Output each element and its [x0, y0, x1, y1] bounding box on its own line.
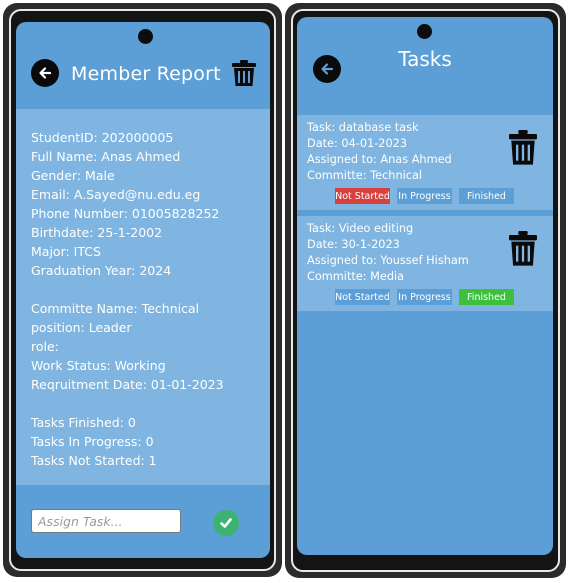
check-icon [220, 518, 232, 528]
page-title: Member Report [71, 63, 221, 85]
gender-text: Gender: Male [31, 168, 115, 183]
camera-notch [138, 29, 153, 44]
tasks-phone: Tasks Task: database task Date: 04-01-20… [285, 3, 566, 578]
work-status-text: Work Status: Working [31, 358, 166, 373]
tasks-not-started-text: Tasks Not Started: 1 [31, 453, 157, 468]
status-in-progress-button[interactable]: In Progress [397, 188, 452, 204]
task-committee-text: Committe: Media [307, 270, 405, 283]
recruitment-date-text: Reqruitment Date: 01-01-2023 [31, 377, 224, 392]
member-info-panel: StudentID: 202000005 Full Name: Anas Ahm… [16, 109, 270, 485]
email-text: Email: A.Sayed@nu.edu.eg [31, 187, 201, 202]
assign-task-bar [16, 485, 270, 558]
camera-notch [417, 24, 432, 39]
task-card: Task: database task Date: 04-01-2023 Ass… [297, 115, 553, 210]
task-date-text: Date: 30-1-2023 [307, 238, 400, 251]
task-date-text: Date: 04-01-2023 [307, 137, 408, 150]
trash-icon [509, 231, 537, 266]
trash-icon [232, 60, 256, 86]
delete-member-button[interactable] [232, 60, 256, 91]
position-text: position: Leader [31, 320, 132, 335]
status-not-started-button[interactable]: Not Started [335, 188, 390, 204]
tasks-in-progress-text: Tasks In Progress: 0 [31, 434, 154, 449]
full-name-text: Full Name: Anas Ahmed [31, 149, 181, 164]
assign-task-input[interactable] [31, 509, 181, 533]
task-card: Task: Video editing Date: 30-1-2023 Assi… [297, 216, 553, 311]
student-id-text: StudentID: 202000005 [31, 130, 174, 145]
task-name-text: Task: Video editing [307, 222, 414, 235]
committee-name-text: Committe Name: Technical [31, 301, 200, 316]
birthdate-text: Birthdate: 25-1-2002 [31, 225, 163, 240]
status-in-progress-button[interactable]: In Progress [397, 289, 452, 305]
delete-task-button[interactable] [509, 130, 537, 169]
task-name-text: Task: database task [307, 121, 419, 134]
status-finished-button[interactable]: Finished [459, 188, 514, 204]
delete-task-button[interactable] [509, 231, 537, 270]
arrow-left-icon [39, 67, 52, 79]
tasks-screen: Tasks Task: database task Date: 04-01-20… [297, 17, 553, 555]
member-report-screen: Member Report StudentID: 202000005 Full … [16, 22, 270, 558]
confirm-assign-button[interactable] [213, 510, 239, 536]
back-button[interactable] [31, 59, 59, 87]
task-committee-text: Committe: Technical [307, 169, 423, 182]
major-text: Major: ITCS [31, 244, 101, 259]
phone-number-text: Phone Number: 01005828252 [31, 206, 220, 221]
status-not-started-button[interactable]: Not Started [335, 289, 390, 305]
tasks-finished-text: Tasks Finished: 0 [31, 415, 136, 430]
graduation-year-text: Graduation Year: 2024 [31, 263, 172, 278]
status-finished-button[interactable]: Finished [459, 289, 514, 305]
role-text: role: [31, 339, 59, 354]
task-assignee-text: Assigned to: Youssef Hisham [307, 254, 469, 267]
page-title: Tasks [398, 47, 452, 71]
task-assignee-text: Assigned to: Anas Ahmed [307, 153, 452, 166]
member-report-phone: Member Report StudentID: 202000005 Full … [3, 3, 282, 577]
trash-icon [509, 130, 537, 165]
